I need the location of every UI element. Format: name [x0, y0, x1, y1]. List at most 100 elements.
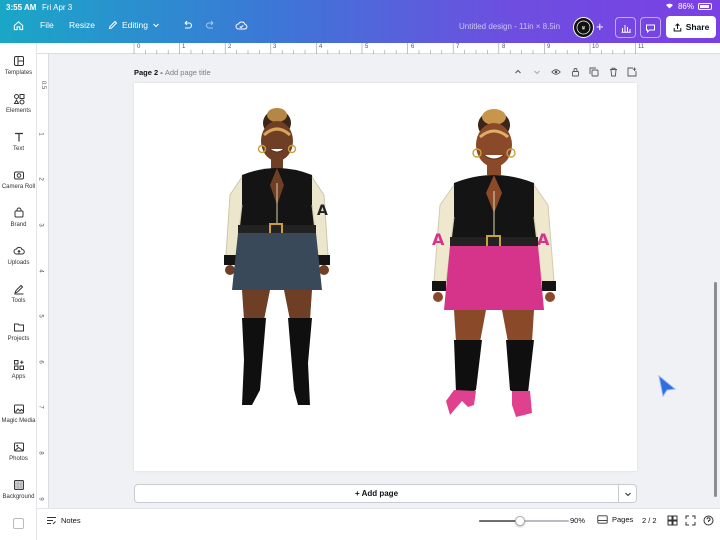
help-icon[interactable] [13, 518, 24, 529]
page-count: 2 / 2 [642, 516, 657, 525]
redo-icon[interactable] [205, 20, 216, 31]
notes-label: Notes [61, 516, 81, 525]
add-page-icon[interactable] [627, 67, 637, 77]
share-icon [673, 22, 681, 31]
sidebar-item-projects[interactable]: Projects [0, 321, 37, 342]
sidebar-item-apps[interactable]: Apps [0, 359, 37, 380]
page-header: Page 2 - Add page title [134, 67, 637, 79]
ruler-label: 5 [365, 44, 369, 50]
help-icon[interactable] [703, 515, 714, 526]
status-date: Fri Apr 3 [42, 3, 73, 12]
fashion-figure-pink[interactable]: A A [424, 105, 564, 425]
page-controls [513, 67, 637, 77]
comment-icon[interactable] [640, 17, 661, 38]
left-sidebar: Templates Elements Text Camera Roll Bran… [0, 43, 37, 540]
ruler-label: 10 [592, 44, 599, 50]
sidebar-item-label: Tools [11, 298, 26, 304]
pages-button[interactable]: Pages [597, 515, 633, 524]
design-canvas-page[interactable]: A A A [134, 83, 637, 471]
home-icon[interactable] [13, 20, 24, 31]
status-battery-text: 86% [677, 2, 694, 11]
undo-icon[interactable] [182, 20, 193, 31]
bottom-bar: Notes 90% Pages 2 / 2 [37, 508, 720, 540]
ruler-label: 3 [273, 44, 277, 50]
chevron-up-icon[interactable] [513, 67, 523, 77]
sidebar-item-templates[interactable]: Templates [0, 55, 37, 76]
ruler-label: 8 [37, 451, 44, 455]
zoom-slider[interactable] [479, 516, 569, 526]
ios-status-bar: 3:55 AM Fri Apr 3 86% [0, 0, 720, 14]
add-page-button[interactable]: + Add page [134, 484, 619, 503]
lock-icon[interactable] [570, 67, 580, 77]
sidebar-item-background[interactable]: Background [0, 479, 37, 500]
chevron-down-icon[interactable] [532, 67, 542, 77]
add-page-options-button[interactable] [618, 484, 637, 503]
photos-icon [13, 442, 24, 452]
sidebar-item-elements[interactable]: Elements [0, 93, 37, 114]
ruler-vertical: 0.5 1 2 3 4 5 6 7 8 9 [37, 54, 49, 508]
delete-icon[interactable] [608, 67, 618, 77]
sidebar-item-label: Magic Media [1, 418, 36, 424]
uploads-icon [13, 246, 25, 255]
zoom-level[interactable]: 90% [570, 516, 585, 525]
text-icon [14, 132, 23, 142]
wifi-icon [665, 2, 674, 11]
sidebar-item-label: Text [12, 146, 24, 152]
sidebar-item-label: Templates [4, 70, 33, 76]
ruler-horizontal: 0 1 2 3 4 5 6 7 8 9 10 11 [37, 43, 720, 54]
svg-text:A: A [317, 203, 328, 219]
analytics-icon[interactable] [615, 17, 636, 38]
sidebar-item-label: Background [2, 494, 35, 500]
sidebar-item-camera-roll[interactable]: Camera Roll [0, 169, 37, 190]
sidebar-item-photos[interactable]: Photos [0, 441, 37, 462]
fashion-figure-denim[interactable]: A [214, 105, 339, 410]
grid-view-icon[interactable] [667, 515, 678, 526]
page-title-input[interactable]: Add page title [165, 68, 211, 77]
cloud-save-icon[interactable] [235, 20, 248, 31]
pages-icon [597, 515, 608, 524]
elements-icon [13, 94, 24, 105]
add-collaborator-icon[interactable]: + [596, 19, 604, 34]
pencil-icon [108, 20, 118, 30]
sidebar-item-text[interactable]: Text [0, 131, 37, 152]
duplicate-icon[interactable] [589, 67, 599, 77]
fullscreen-icon[interactable] [685, 515, 696, 526]
top-toolbar: 3:55 AM Fri Apr 3 86% File Resize Editin… [0, 0, 720, 43]
status-right: 86% [665, 2, 712, 11]
eye-icon[interactable] [551, 67, 561, 77]
sidebar-item-uploads[interactable]: Uploads [0, 245, 37, 266]
ruler-label: 4 [37, 269, 44, 273]
ruler-label: 4 [319, 44, 323, 50]
page-number-label: Page 2 - [134, 68, 165, 77]
sidebar-item-label: Elements [5, 108, 31, 114]
editing-mode-button[interactable]: Editing [108, 20, 160, 30]
sidebar-item-label: Brand [10, 222, 27, 228]
sidebar-item-label: Apps [11, 374, 26, 380]
vertical-scrollbar[interactable] [714, 282, 717, 497]
ruler-label: 9 [37, 497, 44, 501]
sidebar-item-magic-media[interactable]: Magic Media [0, 403, 37, 424]
file-menu[interactable]: File [40, 20, 54, 30]
zoom-slider-thumb[interactable] [514, 516, 525, 526]
pages-label: Pages [612, 515, 634, 524]
document-title[interactable]: Untitled design - 11in × 8.5in [459, 22, 560, 31]
sidebar-item-brand[interactable]: Brand [0, 207, 37, 228]
background-icon [13, 480, 24, 490]
chevron-down-icon [153, 23, 159, 28]
sidebar-item-label: Camera Roll [1, 184, 36, 190]
zoom-slider-fill [479, 520, 520, 522]
notes-button[interactable]: Notes [46, 516, 81, 525]
ruler-label: 2 [228, 44, 232, 50]
tools-icon [13, 284, 23, 295]
ruler-label: 6 [411, 44, 415, 50]
sidebar-item-label: Uploads [7, 260, 30, 266]
avatar[interactable]: ♛ [573, 17, 594, 38]
sidebar-item-tools[interactable]: Tools [0, 283, 37, 304]
share-button[interactable]: Share [666, 16, 716, 38]
ruler-label: 6 [37, 360, 44, 364]
resize-button[interactable]: Resize [69, 20, 95, 30]
camera-icon [13, 171, 24, 180]
chevron-down-icon [624, 492, 631, 496]
ruler-label: 3 [37, 223, 44, 227]
share-label: Share [685, 22, 710, 32]
